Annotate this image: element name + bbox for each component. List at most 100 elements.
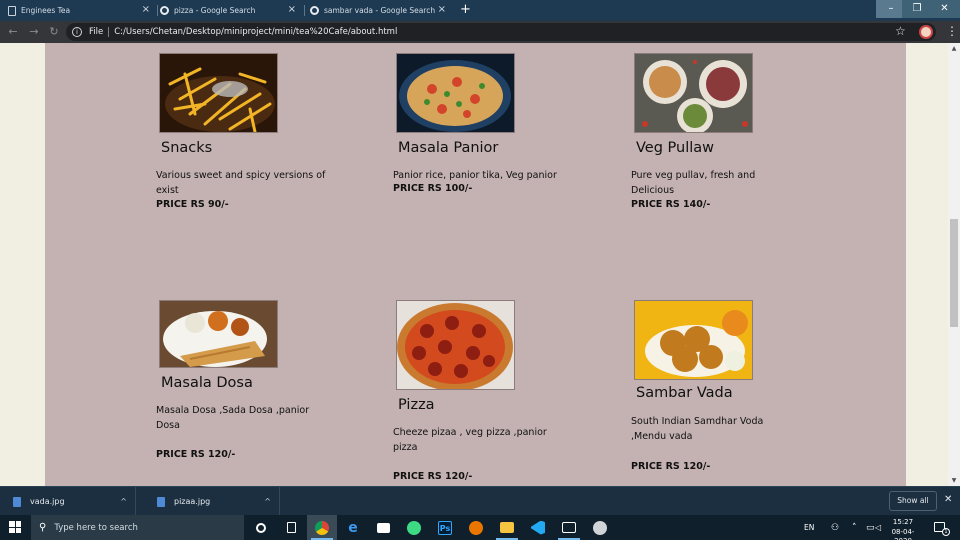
vscode-taskbar-icon[interactable] <box>523 515 553 540</box>
file-explorer-taskbar-icon[interactable] <box>492 515 522 540</box>
tab-title: Enginees Tea <box>21 6 71 15</box>
language-indicator[interactable]: EN <box>804 515 814 540</box>
browser-menu-icon[interactable]: ⋮ <box>946 24 958 38</box>
url-text[interactable]: C:/Users/Chetan/Desktop/miniproject/mini… <box>114 27 397 37</box>
item-price: PRICE RS 90/- <box>156 199 229 210</box>
app-taskbar-icon[interactable] <box>585 515 615 540</box>
android-studio-taskbar-icon[interactable] <box>399 515 429 540</box>
tab-separator <box>304 5 305 16</box>
clock-time: 15:27 <box>892 518 914 526</box>
item-description: Pure veg pullav, fresh and Delicious <box>631 170 756 196</box>
search-icon: ⚲ <box>39 522 47 533</box>
vertical-scrollbar[interactable]: ▲ ▼ <box>948 43 960 486</box>
menu-card-masala-dosa: Masala Dosa Masala Dosa ,Sada Dosa ,pani… <box>156 290 346 486</box>
browser-toolbar: ← → ↻ i File C:/Users/Chetan/Desktop/min… <box>0 21 960 43</box>
download-filename: pizaa.jpg <box>174 497 211 506</box>
item-description: Panior rice, panior tika, Veg panior <box>393 170 557 181</box>
clock-date: 08-04-2020 <box>891 527 915 546</box>
menu-card-snacks: Snacks Various sweet and spicy versions … <box>156 43 346 243</box>
google-icon <box>160 6 169 15</box>
chevron-up-icon[interactable]: ^ <box>120 497 127 506</box>
bowls-image <box>634 53 753 133</box>
tab-strip: Enginees Tea × pizza - Google Search × s… <box>0 0 960 21</box>
task-view-icon[interactable] <box>276 515 306 540</box>
reload-button[interactable]: ↻ <box>47 25 61 39</box>
vada-image <box>634 300 753 380</box>
item-price: PRICE RS 120/- <box>631 461 711 472</box>
item-price: PRICE RS 140/- <box>631 199 711 210</box>
tab-sambar-vada-search[interactable]: sambar vada - Google Search × <box>310 0 452 21</box>
taskbar-search-input[interactable]: ⚲ Type here to search <box>31 515 244 540</box>
tab-enginees-tea[interactable]: Enginees Tea × <box>8 0 156 21</box>
volume-icon[interactable]: ◁ <box>875 515 881 540</box>
tab-pizza-search[interactable]: pizza - Google Search × <box>160 0 302 21</box>
new-tab-button[interactable]: + <box>457 2 474 19</box>
menu-card-masala-panior: Masala Panior Panior rice, panior tika, … <box>393 43 583 243</box>
dosa-image <box>159 300 278 368</box>
item-price: PRICE RS 120/- <box>393 471 473 482</box>
item-price: PRICE RS 120/- <box>156 449 236 460</box>
url-scheme: File <box>89 27 104 37</box>
battery-icon[interactable]: ▭ <box>866 515 875 540</box>
profile-avatar[interactable] <box>919 25 933 39</box>
fries-image <box>159 53 278 133</box>
photos-taskbar-icon[interactable] <box>554 515 584 540</box>
chevron-up-icon[interactable]: ^ <box>264 497 271 506</box>
menu-card-veg-pullaw: Veg Pullaw Pure veg pullav, fresh and De… <box>631 43 821 243</box>
item-name: Snacks <box>161 140 213 156</box>
download-item-vada[interactable]: vada.jpg ^ <box>0 487 136 516</box>
windows-start-icon[interactable] <box>9 521 21 533</box>
item-price: PRICE RS 100/- <box>393 183 473 194</box>
close-tab-icon[interactable]: × <box>288 4 296 15</box>
image-file-icon <box>13 496 21 507</box>
item-name: Pizza <box>398 397 435 413</box>
close-tab-icon[interactable]: × <box>438 4 446 15</box>
close-window-button[interactable]: ✕ <box>929 0 960 18</box>
scroll-down-icon[interactable]: ▼ <box>950 477 958 484</box>
forward-button[interactable]: → <box>27 25 41 39</box>
scroll-up-icon[interactable]: ▲ <box>950 45 958 52</box>
info-icon[interactable]: i <box>72 27 82 37</box>
show-all-button[interactable]: Show all <box>889 491 937 511</box>
close-tab-icon[interactable]: × <box>142 4 150 15</box>
tab-separator <box>157 5 158 16</box>
address-bar[interactable]: i File C:/Users/Chetan/Desktop/miniproje… <box>66 23 936 41</box>
downloads-shelf: vada.jpg ^ pizaa.jpg ^ Show all ✕ <box>0 486 960 516</box>
tab-title: pizza - Google Search <box>174 6 256 15</box>
item-name: Masala Dosa <box>161 375 253 391</box>
maximize-button[interactable]: ❐ <box>902 0 932 18</box>
notification-count: 1 <box>942 528 950 536</box>
pizza-image <box>396 300 515 390</box>
menu-page: Snacks Various sweet and spicy versions … <box>45 43 906 486</box>
edge-taskbar-icon[interactable]: e <box>338 515 368 540</box>
photoshop-taskbar-icon[interactable]: Ps <box>430 515 460 540</box>
cortana-icon[interactable] <box>246 515 276 540</box>
people-icon[interactable]: ⚇ <box>831 515 839 540</box>
back-button[interactable]: ← <box>6 25 20 39</box>
notification-center-icon[interactable]: 1 <box>934 522 950 536</box>
windows-taskbar: ⚲ Type here to search e Ps EN ⚇ ˄ ▭ ◁ 15… <box>0 515 960 545</box>
blender-taskbar-icon[interactable] <box>461 515 491 540</box>
system-clock[interactable]: 15:27 08-04-2020 <box>883 518 923 547</box>
scrollbar-thumb[interactable] <box>950 219 958 327</box>
bookmark-star-icon[interactable]: ☆ <box>895 24 906 38</box>
page-viewport: Snacks Various sweet and spicy versions … <box>0 43 960 486</box>
item-description: Cheeze pizaa , veg pizza ,panior pizza <box>393 427 547 453</box>
menu-card-pizza: Pizza Cheeze pizaa , veg pizza ,panior p… <box>393 290 583 486</box>
item-description: Masala Dosa ,Sada Dosa ,panior Dosa <box>156 405 310 431</box>
url-separator <box>108 27 110 37</box>
item-description: Various sweet and spicy versions of exis… <box>156 170 326 196</box>
chrome-taskbar-icon[interactable] <box>307 515 337 540</box>
download-item-pizaa[interactable]: pizaa.jpg ^ <box>144 487 280 516</box>
tray-chevron-up-icon[interactable]: ˄ <box>852 515 857 540</box>
page-icon <box>8 5 16 16</box>
menu-card-sambar-vada: Sambar Vada South Indian Samdhar Voda ,M… <box>631 290 821 486</box>
search-placeholder: Type here to search <box>54 522 138 533</box>
close-shelf-icon[interactable]: ✕ <box>944 494 952 505</box>
item-name: Veg Pullaw <box>636 140 715 156</box>
rice-image <box>396 53 515 133</box>
google-icon <box>310 6 319 15</box>
item-description: South Indian Samdhar Voda ,Mendu vada <box>631 416 764 442</box>
item-name: Sambar Vada <box>636 385 733 401</box>
mail-taskbar-icon[interactable] <box>368 515 398 540</box>
